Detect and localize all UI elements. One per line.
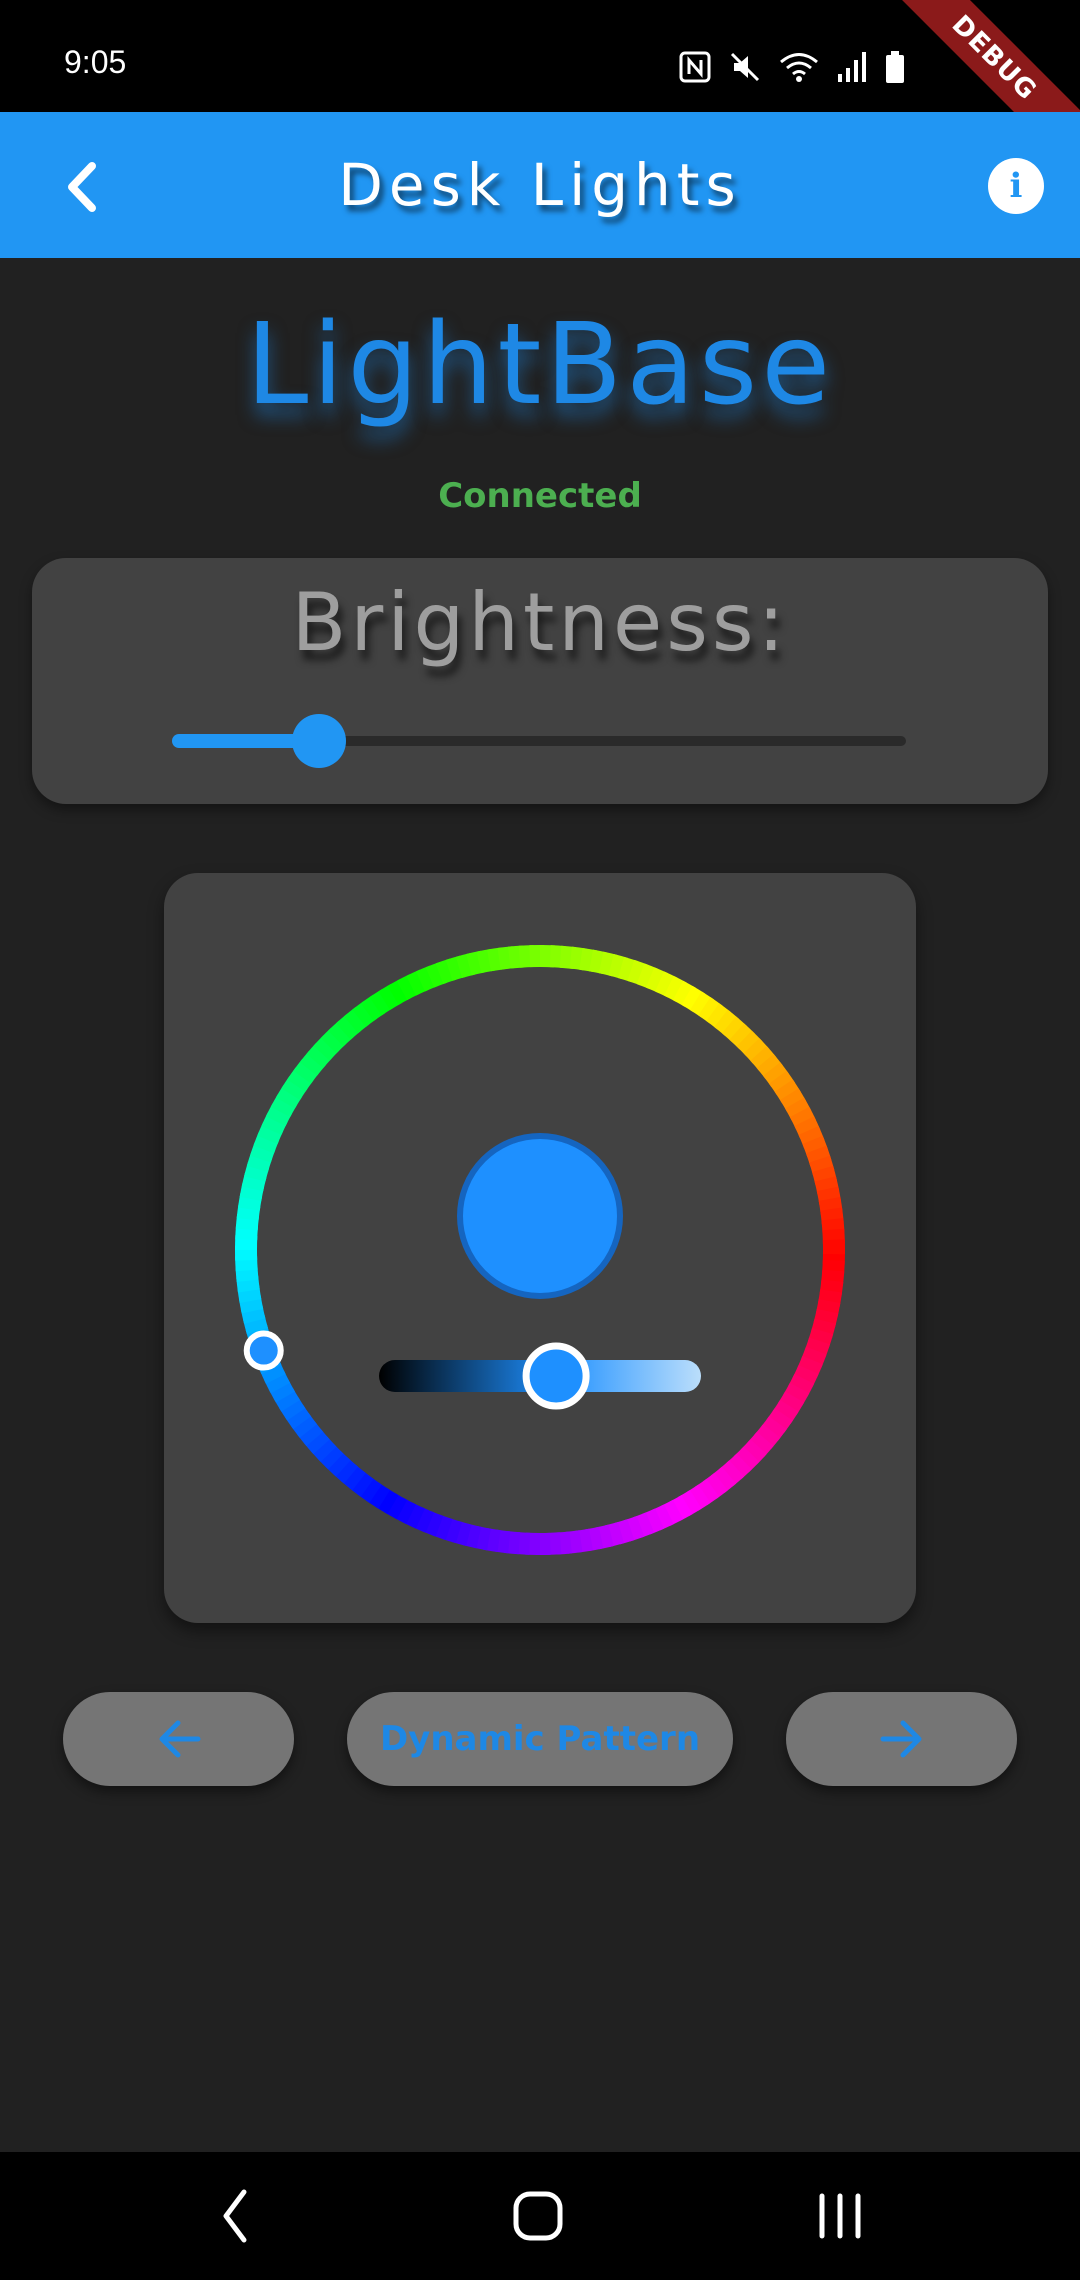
back-nav-icon[interactable] [200,2152,270,2280]
color-preview [457,1133,623,1299]
dynamic-pattern-label: Dynamic Pattern [379,1719,701,1759]
app-bar-title: Desk Lights [338,151,742,219]
navigation-bar [0,2152,1080,2280]
info-button[interactable]: i [988,158,1044,214]
home-nav-icon[interactable] [504,2152,574,2280]
arrow-left-icon [159,1720,200,1758]
app-bar: Desk Lights i [0,112,1080,258]
color-picker-card [164,873,916,1623]
battery-icon [886,51,904,83]
dynamic-pattern-button[interactable]: Dynamic Pattern [347,1692,733,1786]
nfc-icon [679,51,711,83]
wifi-icon [780,53,818,82]
connection-status: Connected [438,476,642,516]
recents-nav-icon[interactable] [806,2152,876,2280]
signal-icon [838,52,866,82]
arrow-right-icon [880,1720,921,1758]
status-bar: 9:05 DEBUG [0,0,1080,182]
shade-slider-thumb[interactable] [522,1342,590,1410]
status-icons [678,50,906,84]
back-button[interactable] [48,152,118,222]
hue-wheel-thumb[interactable] [243,1330,284,1371]
previous-pattern-button[interactable] [63,1692,294,1786]
brightness-slider-thumb[interactable] [291,714,346,768]
mute-icon [730,52,760,82]
status-time: 9:05 [64,44,127,80]
chevron-left-icon [68,162,96,212]
brightness-card: Brightness: [32,558,1048,804]
color-picker [235,945,845,1555]
brightness-label: Brightness: [291,576,789,669]
brand-title: LightBase [245,300,835,430]
info-icon: i [1009,166,1023,206]
next-pattern-button[interactable] [786,1692,1017,1786]
